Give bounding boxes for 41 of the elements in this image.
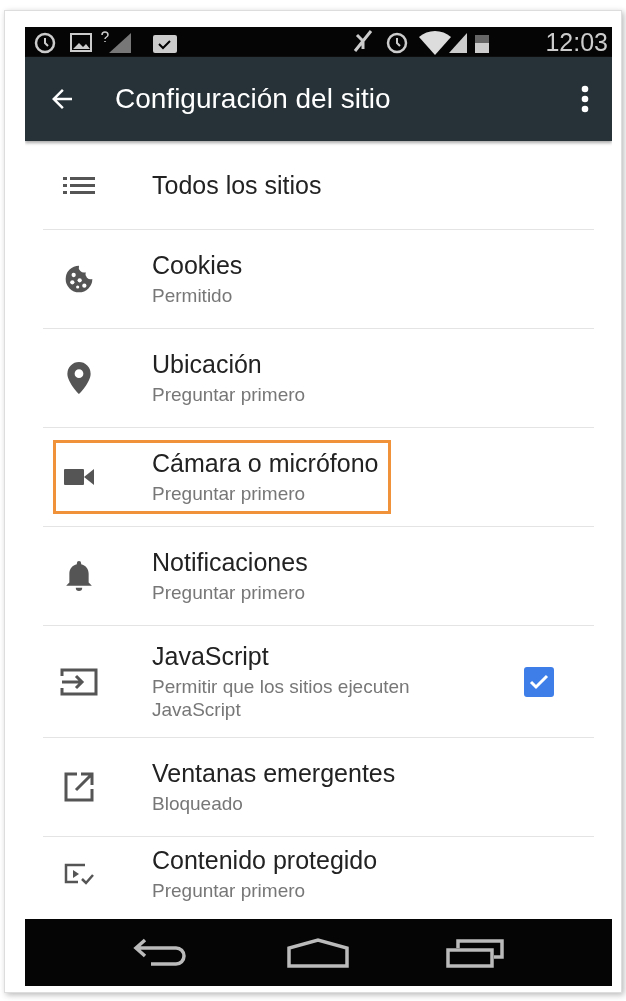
open-external-icon <box>63 771 95 803</box>
settings-item[interactable]: Ubicación Preguntar primero <box>43 329 594 428</box>
settings-item[interactable]: Todos los sitios <box>43 141 594 230</box>
more-options-button[interactable] <box>580 84 590 114</box>
item-title: JavaScript <box>152 642 270 671</box>
recent-apps-icon <box>445 937 504 968</box>
item-title: Cámara o micrófono <box>152 449 379 478</box>
item-status: Permitido <box>152 284 234 307</box>
settings-item[interactable]: Ventanas emergentes Bloqueado <box>43 738 594 837</box>
checkbox[interactable] <box>524 666 554 697</box>
bell-icon <box>66 561 92 591</box>
settings-item[interactable]: Contenido protegido Preguntar primero <box>43 837 594 905</box>
clock-time: 12:03 <box>545 27 608 57</box>
item-status: Bloqueado <box>152 792 244 815</box>
item-title: Ubicación <box>152 350 263 379</box>
location-pin-icon <box>67 362 91 394</box>
video-camera-icon <box>64 468 94 486</box>
item-title: Contenido protegido <box>152 846 378 875</box>
list-icon <box>63 175 95 195</box>
cookie-icon <box>63 263 95 295</box>
item-title: Todos los sitios <box>152 170 322 200</box>
settings-item[interactable]: JavaScript Permitir que los sitios ejecuten JavaScript <box>43 626 594 738</box>
checkmark-icon <box>529 673 549 690</box>
item-title: Cookies <box>152 251 243 280</box>
recent-apps-button[interactable] <box>445 937 504 968</box>
item-status: Preguntar primero <box>152 581 307 604</box>
item-status: Preguntar primero <box>152 383 306 406</box>
item-status: Permitir que los sitios ejecuten JavaScript <box>152 675 411 721</box>
play-check-icon <box>63 862 95 886</box>
settings-item[interactable]: Notificaciones Preguntar primero <box>43 527 594 626</box>
home-icon <box>287 937 350 968</box>
settings-item[interactable]: Cookies Permitido <box>43 230 594 329</box>
screen-title: Configuración del sitio <box>115 83 392 115</box>
item-title: Ventanas emergentes <box>152 759 396 788</box>
settings-item[interactable]: Cámara o micrófono Preguntar primero <box>43 428 594 527</box>
more-vertical-icon <box>580 84 590 114</box>
home-button[interactable] <box>287 937 350 968</box>
item-status: Preguntar primero <box>152 879 307 902</box>
input-arrow-icon <box>60 666 98 697</box>
item-title: Notificaciones <box>152 548 308 577</box>
item-status: Preguntar primero <box>152 482 307 505</box>
